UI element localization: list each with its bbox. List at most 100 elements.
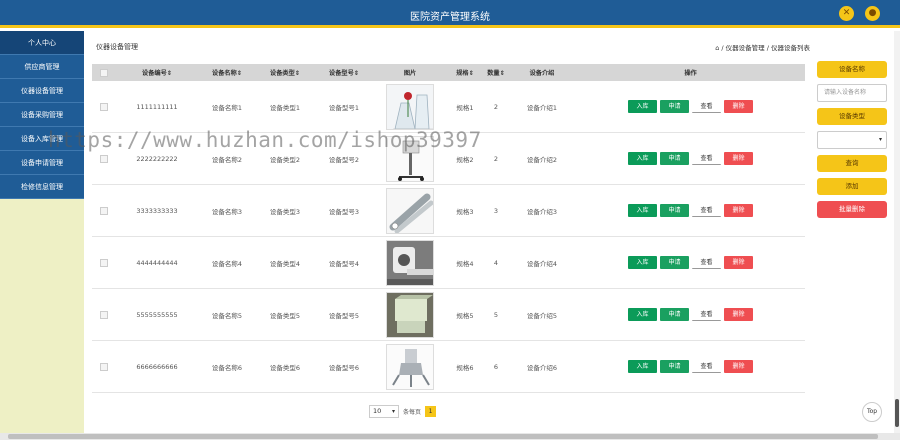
page-number-current[interactable]: 1 [425,406,437,417]
header-qty[interactable]: 数量⇕ [484,64,508,81]
equipment-name-input[interactable]: 请输入设备名称 [817,84,887,102]
page-size-value: 10 [373,407,382,415]
row-checkbox[interactable] [100,362,108,371]
equipment-photo-iv-stand [386,135,434,182]
row-checkbox[interactable] [100,206,108,215]
scrollbar-thumb[interactable] [8,434,878,439]
main-content: 仪器设备管理 ⌂ / 仪器设备管理 / 仪器设备列表 设备编号⇕ 设备名称⇕ 设… [84,31,900,440]
sidebar: 个人中心 供应商管理 仪器设备管理 设备采购管理 设备入库管理 设备申请管理 检… [0,31,84,440]
page-title: 仪器设备管理 [96,43,138,51]
cell-qty: 5 [493,310,499,319]
pagination: 10 ▾ 条每页 1 [369,405,437,418]
sidebar-item-purchase[interactable]: 设备采购管理 [0,103,84,127]
cell-no: 6666666666 [136,362,178,371]
view-button[interactable]: 查看 [692,204,721,217]
sidebar-item-suppliers[interactable]: 供应商管理 [0,55,84,79]
equipment-photo-glassware [386,83,434,130]
header-spec[interactable]: 规格⇕ [446,64,484,81]
view-button[interactable]: 查看 [692,256,721,269]
header-actions: 操作 [684,70,697,77]
apply-button[interactable]: 申请 [660,360,689,373]
table-row: 1111111111 设备名称1 设备类型1 设备型号1 规格1 2 设备介绍1… [92,81,805,133]
cell-name: 设备名称6 [211,363,243,372]
select-all-checkbox[interactable] [100,68,108,77]
close-cross-icon[interactable]: ✕ [839,6,854,21]
search-panel: 设备名称 请输入设备名称 设备类型 ▾ 查询 添加 批量删除 [817,61,887,224]
header-type[interactable]: 设备类型⇕ [256,64,314,81]
row-checkbox[interactable] [100,154,108,163]
view-button[interactable]: 查看 [692,100,721,113]
view-button[interactable]: 查看 [692,308,721,321]
stock-in-button[interactable]: 入库 [628,360,657,373]
row-checkbox[interactable] [100,258,108,267]
cell-name: 设备名称2 [211,155,243,164]
page-size-select[interactable]: 10 ▾ [369,405,399,418]
header-name[interactable]: 设备名称⇕ [198,64,256,81]
row-checkbox[interactable] [100,310,108,319]
view-button[interactable]: 查看 [692,360,721,373]
stock-in-button[interactable]: 入库 [628,256,657,269]
header-intro: 设备介绍 [529,70,555,77]
add-button[interactable]: 添加 [817,178,887,195]
apply-button[interactable]: 申请 [660,100,689,113]
cell-name: 设备名称1 [211,103,243,112]
apply-button[interactable]: 申请 [660,308,689,321]
cell-qty: 6 [493,362,499,371]
stock-in-button[interactable]: 入库 [628,308,657,321]
delete-button[interactable]: 删除 [724,360,753,373]
delete-button[interactable]: 删除 [724,100,753,113]
horizontal-scrollbar[interactable] [0,433,900,440]
stock-in-button[interactable]: 入库 [628,100,657,113]
table-row: 3333333333 设备名称3 设备类型3 设备型号3 规格3 3 设备介绍3… [92,185,805,237]
scrollbar-thumb[interactable] [895,399,899,427]
apply-button[interactable]: 申请 [660,204,689,217]
cell-intro: 设备介绍3 [526,207,558,216]
delete-button[interactable]: 删除 [724,152,753,165]
search-button[interactable]: 查询 [817,155,887,172]
cell-qty: 2 [493,154,499,163]
table-row: 4444444444 设备名称4 设备类型4 设备型号4 规格4 4 设备介绍4… [92,237,805,289]
delete-button[interactable]: 删除 [724,256,753,269]
cell-spec: 规格4 [456,259,474,268]
chevron-down-icon: ▾ [391,408,395,415]
cell-intro: 设备介绍5 [526,311,558,320]
equipment-photo-scanner [386,239,434,286]
header-model[interactable]: 设备型号⇕ [314,64,374,81]
breadcrumb[interactable]: ⌂ / 仪器设备管理 / 仪器设备列表 [715,42,810,52]
cell-no: 3333333333 [136,206,178,215]
cell-type: 设备类型1 [269,103,301,112]
stock-in-button[interactable]: 入库 [628,204,657,217]
stock-in-button[interactable]: 入库 [628,152,657,165]
cell-spec: 规格5 [456,311,474,320]
view-button[interactable]: 查看 [692,152,721,165]
equipment-name-label: 设备名称 [817,61,887,78]
equipment-photo-tubes [386,187,434,234]
delete-button[interactable]: 删除 [724,308,753,321]
apply-button[interactable]: 申请 [660,256,689,269]
cell-model: 设备型号1 [328,103,360,112]
cell-intro: 设备介绍6 [526,363,558,372]
cell-no: 4444444444 [136,258,178,267]
batch-delete-button[interactable]: 批量删除 [817,201,887,218]
delete-button[interactable]: 删除 [724,204,753,217]
sidebar-item-maintenance[interactable]: 检修信息管理 [0,175,84,199]
header-no[interactable]: 设备编号⇕ [116,64,198,81]
sidebar-item-equipment[interactable]: 仪器设备管理 [0,79,84,103]
sidebar-item-application[interactable]: 设备申请管理 [0,151,84,175]
sidebar-item-personal-center[interactable]: 个人中心 [0,31,84,55]
cell-qty: 3 [493,206,499,215]
equipment-type-select[interactable]: ▾ [817,131,887,149]
back-to-top-button[interactable]: Top [862,402,882,422]
apply-button[interactable]: 申请 [660,152,689,165]
cell-qty: 4 [493,258,499,267]
cell-type: 设备类型5 [269,311,301,320]
cell-intro: 设备介绍1 [526,103,558,112]
sidebar-item-stock-in[interactable]: 设备入库管理 [0,127,84,151]
cell-model: 设备型号2 [328,155,360,164]
vertical-scrollbar[interactable] [894,31,900,433]
user-icon[interactable]: ● [865,6,880,21]
row-checkbox[interactable] [100,102,108,111]
chevron-down-icon: ▾ [878,136,882,143]
cell-type: 设备类型2 [269,155,301,164]
cell-type: 设备类型6 [269,363,301,372]
